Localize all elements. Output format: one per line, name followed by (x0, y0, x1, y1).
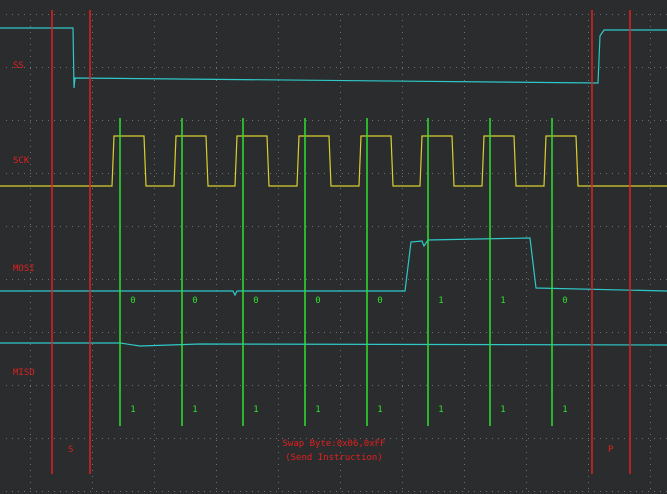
mosi-bit-value: 0 (130, 296, 136, 306)
decode-summary: Swap Byte:0x06,0xFF (282, 439, 386, 449)
miso-bit-value: 1 (130, 405, 136, 415)
mosi-bit-value: 1 (500, 296, 506, 306)
bit-sample-lines (119, 118, 553, 426)
stop-marker-label: P (608, 445, 614, 455)
start-marker-label: S (68, 445, 74, 455)
miso-bit-value: 1 (438, 405, 444, 415)
waveform-area (0, 10, 667, 474)
mosi-bit-value: 1 (438, 296, 444, 306)
channel-label-ss: SS (13, 61, 24, 71)
channel-label-miso: MISO (13, 368, 35, 378)
miso-bit-value: 1 (500, 405, 506, 415)
mosi-bit-value: 0 (315, 296, 321, 306)
decode-description: (Send Instruction) (285, 453, 383, 463)
sck-trace (0, 135, 667, 187)
mosi-bit-value: 0 (377, 296, 383, 306)
ss-trace (0, 27, 667, 89)
logic-analyzer-display: SS SCK MOSI MISO 0 0 0 0 0 1 1 0 1 1 1 1 1 1 1 1 S P S… (0, 0, 667, 494)
miso-bit-value: 1 (253, 405, 259, 415)
mosi-bit-value: 0 (192, 296, 198, 306)
miso-bit-value: 1 (562, 405, 568, 415)
miso-bit-value: 1 (377, 405, 383, 415)
channel-label-mosi: MOSI (13, 264, 35, 274)
miso-bit-value: 1 (192, 405, 198, 415)
mosi-bit-value: 0 (253, 296, 259, 306)
miso-trace (0, 342, 667, 347)
mosi-trace (0, 237, 667, 297)
channel-label-sck: SCK (13, 156, 30, 166)
mosi-bit-value: 0 (562, 296, 568, 306)
miso-bit-value: 1 (315, 405, 321, 415)
